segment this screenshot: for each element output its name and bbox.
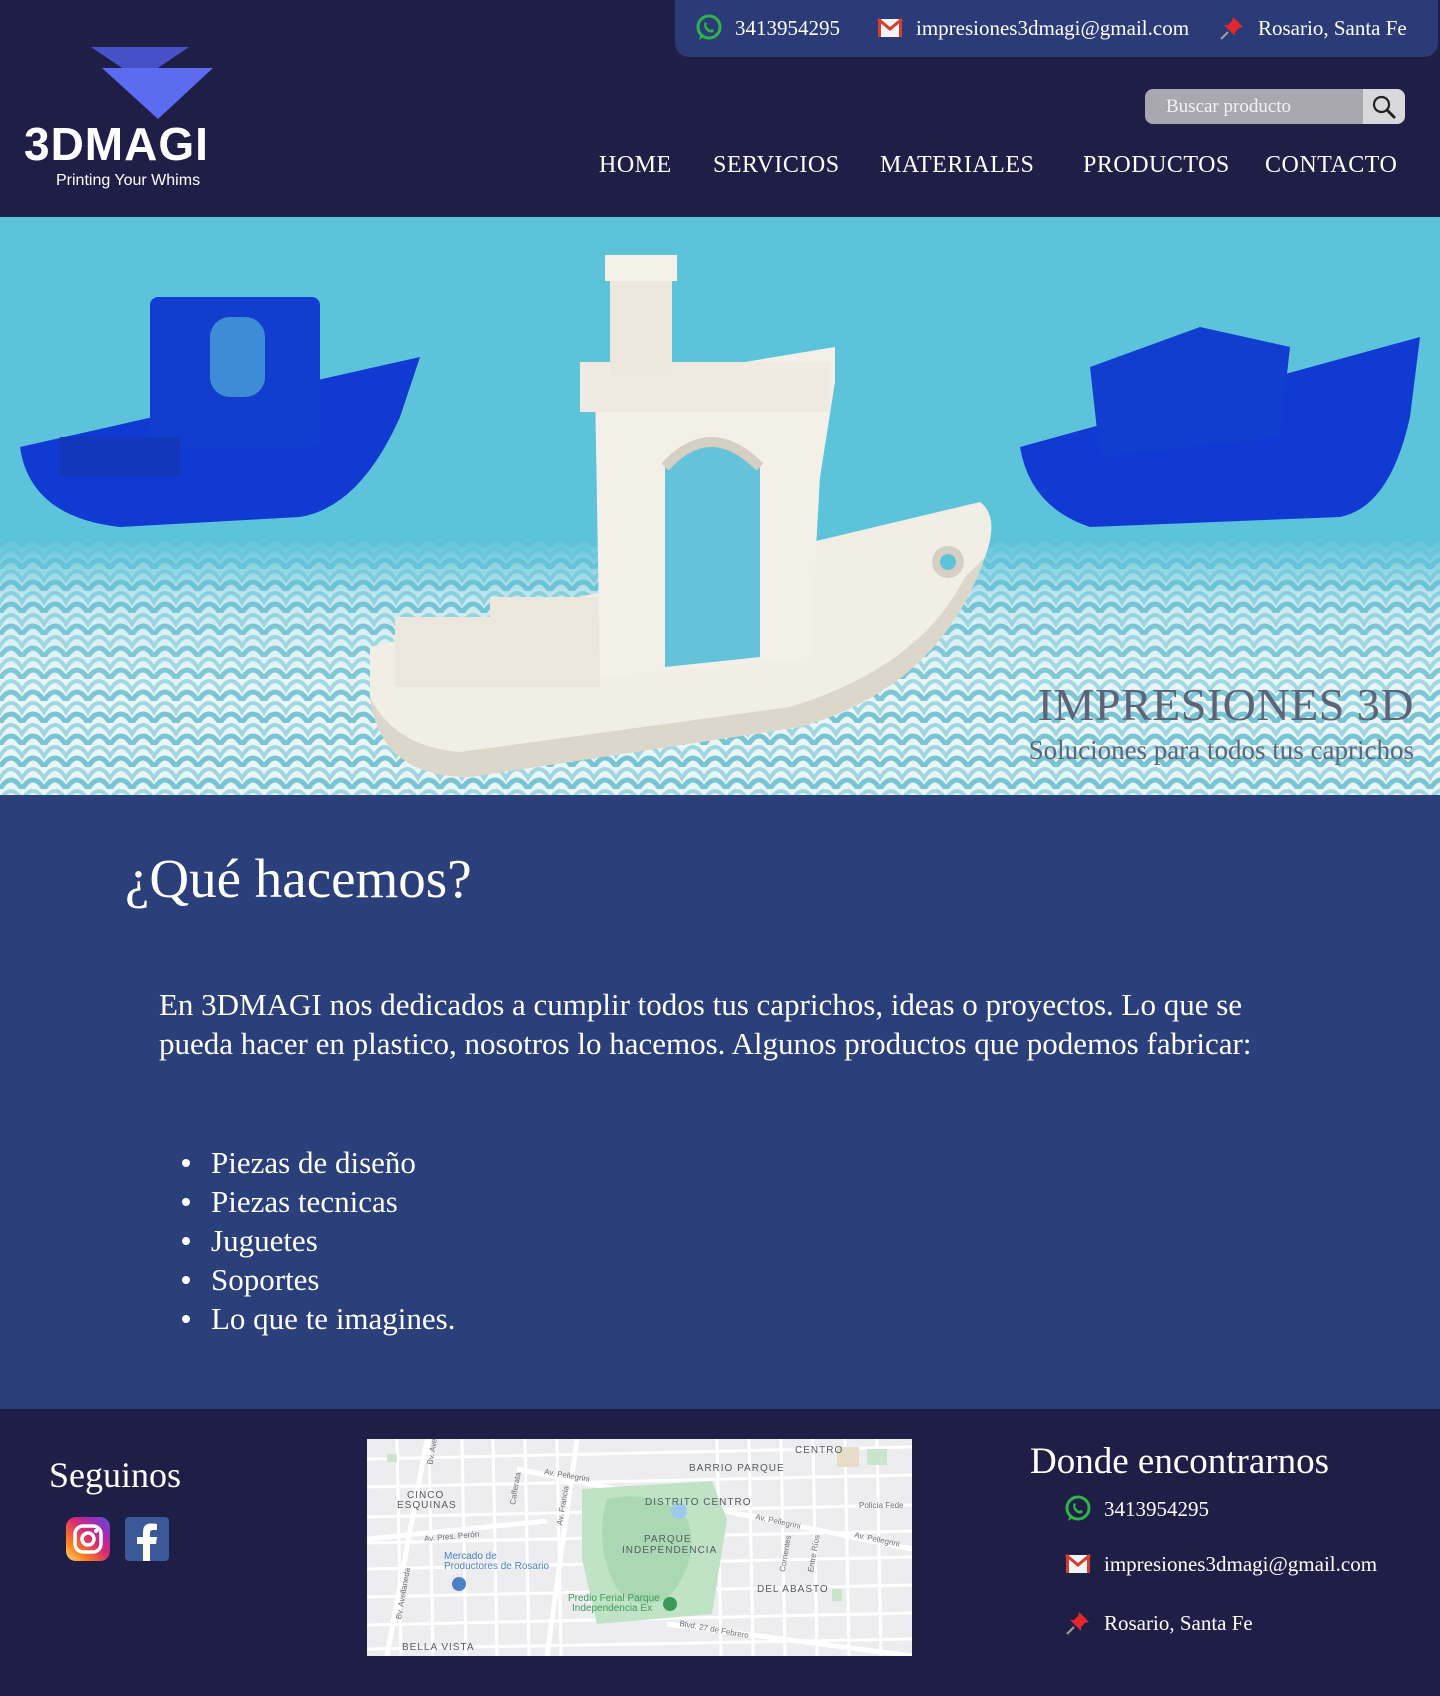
contact-location[interactable]: Rosario, Santa Fe	[1218, 14, 1407, 42]
map-label: ESQUINAS	[397, 1500, 457, 1511]
instagram-link[interactable]	[66, 1517, 110, 1561]
pushpin-icon	[1220, 17, 1243, 40]
main-nav: HOME SERVICIOS MATERIALES PRODUCTOS CONT…	[0, 152, 1440, 188]
list-item: Lo que te imagines.	[182, 1301, 456, 1336]
footer-email[interactable]: impresiones3dmagi@gmail.com	[1064, 1550, 1377, 1578]
gmail-icon	[1065, 1553, 1091, 1573]
location-map[interactable]: CENTRO BARRIO PARQUE CINCO ESQUINAS DIST…	[367, 1439, 912, 1656]
map-label: Independencia Ex	[572, 1603, 653, 1614]
nav-productos[interactable]: PRODUCTOS	[1083, 152, 1230, 179]
contact-phone-text: 3413954295	[735, 15, 840, 40]
hero-title: IMPRESIONES 3D	[1037, 679, 1414, 730]
hero-banner: IMPRESIONES 3D Soluciones para todos tus…	[0, 217, 1440, 795]
list-item: Soportes	[182, 1260, 456, 1299]
nav-servicios[interactable]: SERVICIOS	[713, 152, 840, 179]
gmail-icon	[877, 17, 903, 37]
contact-email[interactable]: impresiones3dmagi@gmail.com	[876, 14, 1189, 42]
map-label: Policía Fede	[859, 1501, 904, 1510]
list-item: Piezas tecnicas	[182, 1182, 456, 1221]
facebook-icon	[137, 1523, 157, 1561]
nav-contacto[interactable]: CONTACTO	[1265, 152, 1397, 179]
follow-title: Seguinos	[49, 1455, 182, 1495]
contact-phone[interactable]: 3413954295	[695, 14, 840, 42]
map-label: CENTRO	[795, 1445, 844, 1456]
search-input[interactable]	[1145, 89, 1363, 124]
logo-mark-icon	[91, 47, 213, 119]
list-item: Juguetes	[182, 1221, 456, 1260]
pushpin-icon	[1066, 1612, 1089, 1635]
hero-subtitle: Soluciones para todos tus caprichos	[1028, 735, 1414, 765]
list-item: Piezas de diseño	[182, 1143, 456, 1182]
contact-location-text: Rosario, Santa Fe	[1258, 15, 1407, 40]
site-header: 3413954295 impresiones3dmagi@gmail.com R…	[0, 0, 1440, 217]
about-heading: ¿Qué hacemos?	[125, 848, 472, 909]
nav-materiales[interactable]: MATERIALES	[880, 152, 1034, 179]
footer-phone-text: 3413954295	[1104, 1496, 1209, 1521]
about-paragraph: En 3DMAGI nos dedicados a cumplir todos …	[159, 987, 1252, 1061]
map-label: BELLA VISTA	[402, 1642, 475, 1653]
map-label: Productores de Rosario	[444, 1561, 550, 1572]
facebook-link[interactable]	[125, 1517, 169, 1561]
contact-email-text: impresiones3dmagi@gmail.com	[916, 15, 1190, 40]
products-list: Piezas de diseño Piezas tecnicas Juguete…	[182, 1143, 456, 1338]
whatsapp-icon	[696, 14, 722, 40]
search-button[interactable]	[1363, 89, 1405, 124]
map-label: INDEPENDENCIA	[622, 1545, 718, 1556]
instagram-icon	[73, 1524, 103, 1554]
map-label: BARRIO PARQUE	[689, 1463, 785, 1474]
search-box	[1145, 89, 1405, 124]
footer-phone[interactable]: 3413954295	[1064, 1495, 1209, 1523]
map-label: DISTRITO CENTRO	[645, 1497, 752, 1508]
footer-location[interactable]: Rosario, Santa Fe	[1064, 1609, 1253, 1637]
map-label: DEL ABASTO	[757, 1584, 829, 1595]
about-section: ¿Qué hacemos? En 3DMAGI nos dedicados a …	[0, 795, 1440, 1409]
search-icon	[1372, 95, 1396, 118]
map-label: PARQUE	[644, 1534, 692, 1545]
whatsapp-icon	[1065, 1495, 1091, 1521]
footer-location-text: Rosario, Santa Fe	[1104, 1610, 1253, 1635]
where-title: Donde encontrarnos	[1030, 1441, 1329, 1482]
site-footer: Seguinos CENTRO BARRIO PARQUE CINCO ESQU…	[0, 1409, 1440, 1696]
contact-bar: 3413954295 impresiones3dmagi@gmail.com R…	[675, 0, 1438, 57]
footer-email-text: impresiones3dmagi@gmail.com	[1104, 1551, 1378, 1576]
nav-home[interactable]: HOME	[599, 152, 672, 179]
